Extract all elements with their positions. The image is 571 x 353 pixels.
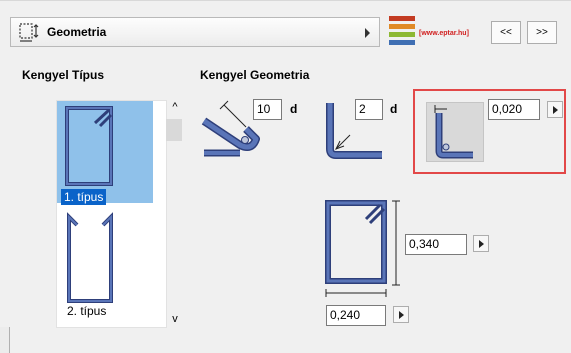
stirrup-dimension-diagram <box>325 200 400 297</box>
stirrup-type-2-label: 2. típus <box>67 304 107 318</box>
adjacent-panel-edge <box>0 327 10 353</box>
eptar-logo[interactable]: [www.eptar.hu] <box>386 13 480 51</box>
cover-diagram-box <box>426 102 484 162</box>
stirrup-type-list[interactable]: 1. típus 2. típus <box>56 100 167 328</box>
list-scroll-down-button[interactable]: v <box>167 313 183 325</box>
bend-radius-unit: d <box>390 102 398 116</box>
stirrup-type-1-item[interactable]: 1. típus <box>57 101 153 205</box>
eptar-logo-mark <box>389 16 415 45</box>
width-input[interactable]: 0,240 <box>326 305 386 326</box>
expand-arrow-icon[interactable] <box>365 28 370 38</box>
stirrup-type-label: Kengyel Típus <box>22 68 105 82</box>
hook-length-unit: d <box>290 102 298 116</box>
hook-length-diagram <box>201 100 260 157</box>
list-scrollbar-thumb[interactable] <box>166 119 182 141</box>
stirrup-geometry-icon <box>19 23 39 42</box>
next-button[interactable]: >> <box>527 21 557 44</box>
geometry-panel: Geometria [www.eptar.hu] << >> Kengyel T… <box>0 0 571 353</box>
height-options-button[interactable] <box>473 235 489 252</box>
previous-button[interactable]: << <box>491 21 521 44</box>
closed-stirrup-icon <box>65 106 113 186</box>
height-input[interactable]: 0,340 <box>405 234 467 255</box>
list-scroll-up-button[interactable]: ^ <box>167 101 183 113</box>
bend-radius-input[interactable]: 2 <box>355 99 383 120</box>
cover-diagram <box>434 105 473 159</box>
stirrup-type-1-label: 1. típus <box>61 189 107 205</box>
stirrup-geometry-label: Kengyel Geometria <box>200 68 310 82</box>
cover-options-button[interactable] <box>547 101 563 118</box>
geometry-section-header[interactable]: Geometria <box>10 17 380 47</box>
open-stirrup-icon <box>67 212 113 303</box>
header-title: Geometria <box>47 25 107 39</box>
logo-text: [www.eptar.hu] <box>419 30 469 37</box>
width-options-button[interactable] <box>393 306 409 323</box>
hook-length-input[interactable]: 10 <box>253 99 282 120</box>
cover-input[interactable]: 0,020 <box>488 99 540 120</box>
